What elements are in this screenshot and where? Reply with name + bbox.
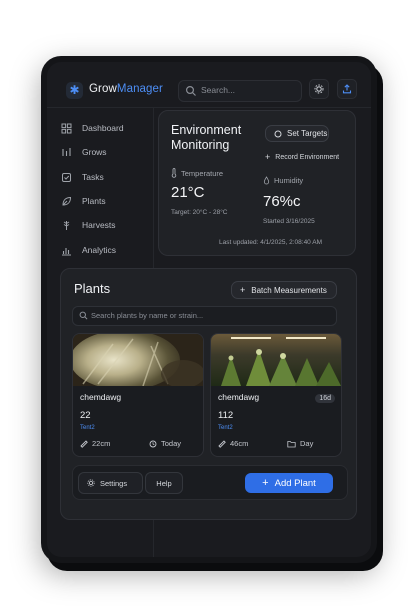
thermometer-icon — [171, 168, 177, 178]
sidebar-item-label: Harvests — [82, 220, 116, 230]
set-targets-button[interactable]: Set Targets — [265, 125, 329, 142]
plant-age-badge: 16d — [315, 394, 335, 403]
environment-title-line2: Monitoring — [171, 138, 230, 152]
sidebar-item-dashboard[interactable]: Dashboard — [61, 120, 124, 136]
header-divider — [47, 107, 371, 108]
sidebar-item-label: Tasks — [82, 172, 104, 182]
gear-button[interactable] — [309, 79, 329, 99]
sidebar-item-label: Plants — [82, 196, 106, 206]
plus-icon: + — [265, 152, 271, 162]
temperature-target: Target: 20°C - 28°C — [171, 209, 228, 216]
gear-icon — [314, 84, 324, 94]
sidebar-item-harvests[interactable]: Harvests — [61, 217, 116, 233]
plant-card[interactable]: chemdawg 22 Tent2 22cm Today — [72, 333, 204, 457]
sidebar-item-tasks[interactable]: Tasks — [61, 169, 104, 185]
temperature-value: 21°C — [171, 184, 205, 201]
record-environment-button[interactable]: + Record Environment — [265, 152, 339, 162]
sidebar-item-grows[interactable]: Grows — [61, 144, 107, 160]
temperature-label-text: Temperature — [181, 168, 224, 178]
grows-icon — [62, 147, 71, 156]
upload-icon — [342, 84, 352, 94]
plant-date: Day — [287, 439, 313, 448]
plant-name: chemdawg — [80, 392, 122, 402]
clock-icon — [149, 440, 157, 447]
plant-number: 22 — [80, 410, 91, 421]
search-icon — [79, 311, 88, 320]
search-icon — [185, 85, 196, 96]
droplet-icon — [263, 176, 270, 185]
plant-search-input[interactable]: Search plants by name or strain... — [72, 306, 337, 326]
ruler-icon — [80, 439, 88, 448]
plant-number: 112 — [218, 410, 234, 421]
plant-card[interactable]: chemdawg 16d 112 Tent2 46cm Day — [210, 333, 342, 457]
analytics-icon — [62, 247, 71, 256]
plant-date-value: Day — [300, 439, 314, 448]
ruler-icon — [218, 439, 226, 448]
batch-measurements-button[interactable]: + Batch Measurements — [231, 281, 337, 299]
plant-date-value: Today — [161, 439, 182, 448]
help-button[interactable]: Help — [145, 472, 183, 494]
help-label: Help — [156, 478, 172, 488]
plants-card: Plants + Batch Measurements Search plant… — [60, 268, 357, 520]
plant-name: chemdawg — [218, 392, 260, 402]
sidebar-item-label: Grows — [82, 147, 107, 157]
plant-height-value: 46cm — [230, 439, 249, 448]
plant-photo — [73, 334, 203, 386]
plant-search-placeholder: Search plants by name or strain... — [91, 311, 204, 320]
app-title-part1: Grow — [89, 83, 117, 95]
humidity-value: 76%c — [263, 193, 301, 210]
dashboard-icon — [61, 123, 72, 133]
search-placeholder: Search... — [201, 85, 236, 95]
tasks-icon — [62, 172, 71, 182]
tablet-device: ✱ GrowManager Search... Dashboard Grows … — [41, 56, 377, 563]
record-environment-label: Record Environment — [275, 153, 340, 161]
sidebar-item-plants[interactable]: Plants — [61, 193, 106, 209]
sidebar-item-analytics[interactable]: Analytics — [61, 242, 116, 258]
add-plant-button[interactable]: + Add Plant — [245, 473, 333, 493]
plant-height: 22cm — [80, 439, 110, 448]
asterisk-icon: ✱ — [66, 82, 83, 99]
add-plant-label: Add Plant — [274, 477, 316, 489]
plus-icon: + — [262, 477, 269, 489]
environment-title-line1: Environment — [171, 123, 242, 137]
plus-icon: + — [240, 285, 246, 295]
harvest-icon — [63, 220, 70, 230]
app-window: ✱ GrowManager Search... Dashboard Grows … — [47, 62, 371, 557]
batch-measurements-label: Batch Measurements — [251, 285, 327, 295]
sidebar-item-label: Dashboard — [82, 123, 124, 133]
settings-button[interactable]: Settings — [78, 472, 143, 494]
plant-height: 46cm — [218, 439, 248, 448]
folder-icon — [287, 440, 296, 447]
app-title-part2: Manager — [116, 83, 163, 95]
settings-label: Settings — [100, 478, 128, 488]
sidebar-item-label: Analytics — [82, 245, 117, 255]
plant-tent[interactable]: Tent2 — [218, 425, 233, 431]
humidity-label: Humidity — [263, 176, 303, 185]
action-bar: Settings Help + Add Plant — [72, 465, 348, 500]
plant-height-value: 22cm — [92, 439, 111, 448]
environment-title: Environment Monitoring — [171, 123, 261, 153]
target-icon — [274, 130, 282, 137]
leaf-icon — [62, 196, 72, 206]
plant-tent[interactable]: Tent2 — [80, 425, 95, 431]
app-title: GrowManager — [89, 83, 163, 95]
humidity-started: Started 3/16/2025 — [263, 218, 315, 225]
humidity-label-text: Humidity — [274, 176, 304, 185]
environment-card: Environment Monitoring Set Targets + Rec… — [158, 110, 356, 256]
plant-photo — [211, 334, 341, 386]
upload-button[interactable] — [337, 79, 357, 99]
temperature-label: Temperature — [171, 168, 223, 178]
set-targets-label: Set Targets — [287, 129, 328, 138]
last-updated: Last updated: 4/1/2025, 2:08:40 AM — [219, 239, 322, 246]
search-input[interactable]: Search... — [178, 80, 302, 102]
plant-date: Today — [149, 439, 181, 448]
plants-title: Plants — [74, 281, 111, 296]
gear-icon — [87, 479, 95, 487]
